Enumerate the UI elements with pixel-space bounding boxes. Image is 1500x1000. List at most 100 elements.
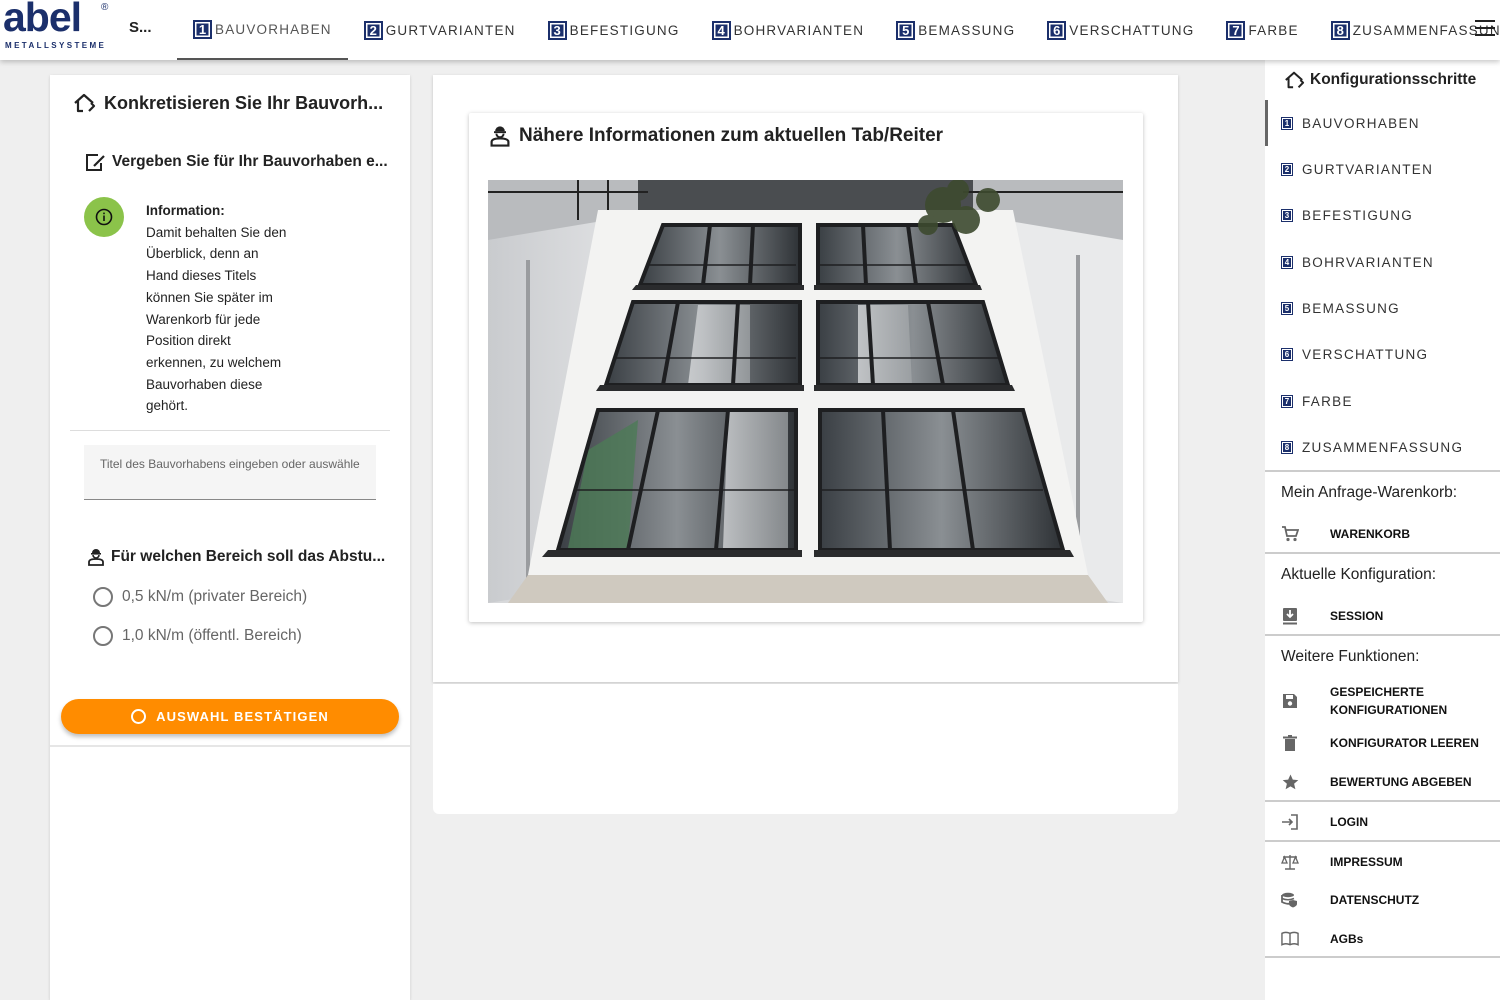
step-number-badge: 5 [1281, 301, 1293, 315]
saved-configurations-link[interactable]: GESPEICHERTE KONFIGURATIONEN [1265, 683, 1500, 719]
clear-configurator-link[interactable]: KONFIGURATOR LEEREN [1265, 733, 1500, 753]
imprint-link[interactable]: IMPRESSUM [1265, 852, 1500, 872]
sidebar-title: Konfigurationsschritte [1283, 70, 1476, 90]
session-link[interactable]: SESSION [1265, 606, 1500, 626]
radio-circle[interactable] [93, 587, 113, 607]
brand-logo[interactable]: abel ® METALLSYSTEME [3, 0, 111, 58]
cart-icon [1281, 525, 1299, 543]
divider [1265, 552, 1500, 554]
tab-number-badge: 8 [1330, 20, 1350, 40]
login-label: LOGIN [1330, 815, 1368, 829]
tab-label: BEFESTIGUNG [569, 22, 680, 38]
tab-label: FARBE [1248, 22, 1299, 38]
label-line: KONFIGURATIONEN [1330, 703, 1448, 717]
radio-circle[interactable] [93, 626, 113, 646]
radio-option-public[interactable]: 1,0 kN/m (öffentl. Bereich) [93, 626, 302, 646]
info-line: Bauvorhaben diese [146, 376, 263, 392]
sidebar-item-bemassung[interactable]: 5 BEMASSUNG [1265, 285, 1500, 331]
info-heading: Information: [146, 203, 225, 218]
divider [1265, 470, 1500, 472]
sidebar-item-bohrvarianten[interactable]: 4 BOHRVARIANTEN [1265, 239, 1500, 285]
sidebar-title-text: Konfigurationsschritte [1310, 71, 1477, 88]
tab-number-badge: 3 [547, 20, 567, 40]
tab-bohrvarianten[interactable]: 4 BOHRVARIANTEN [696, 0, 881, 60]
sidebar-item-gurtvarianten[interactable]: 2 GURTVARIANTEN [1265, 146, 1500, 192]
radio-label: 1,0 kN/m (öffentl. Bereich) [122, 627, 302, 644]
radio-option-private[interactable]: 0,5 kN/m (privater Bereich) [93, 587, 307, 607]
button-label: AUSWAHL BESTÄTIGEN [156, 709, 329, 724]
sidebar-item-zusammenfassung[interactable]: 8 ZUSAMMENFASSUNG [1265, 424, 1500, 470]
config-section-title: Aktuelle Konfiguration: [1281, 566, 1437, 583]
divider [1265, 634, 1500, 636]
step-number-badge: 4 [1281, 255, 1293, 269]
database-shield-icon [1281, 891, 1299, 909]
tab-befestigung[interactable]: 3 BEFESTIGUNG [532, 0, 696, 60]
logo-subtitle: METALLSYSTEME [5, 41, 107, 50]
card-title-text: Nähere Informationen zum aktuellen Tab/R… [519, 125, 944, 146]
step-label: FARBE [1302, 393, 1353, 409]
confirm-selection-button[interactable]: AUSWAHL BESTÄTIGEN [61, 699, 399, 734]
terms-label: AGBs [1330, 932, 1364, 946]
more-section-title: Weitere Funktionen: [1281, 648, 1420, 665]
label-line: GESPEICHERTE [1330, 685, 1425, 699]
tab-gurtvarianten[interactable]: 2 GURTVARIANTEN [348, 0, 532, 60]
section-title-text: Für welchen Bereich soll das Abstu... [111, 548, 386, 565]
info-icon [84, 197, 124, 237]
sidebar-item-verschattung[interactable]: 6 VERSCHATTUNG [1265, 331, 1500, 377]
session-download-icon [1281, 607, 1299, 625]
cart-link[interactable]: WARENKORB [1265, 524, 1500, 544]
tab-bauvorhaben[interactable]: 1 BAUVORHABEN [177, 0, 348, 60]
tab-label: BOHRVARIANTEN [733, 22, 865, 38]
step-number-badge: 8 [1281, 440, 1293, 454]
tab-verschattung[interactable]: 6 VERSCHATTUNG [1031, 0, 1210, 60]
tab-label: BAUVORHABEN [215, 21, 332, 37]
logo-registered: ® [101, 2, 109, 13]
terms-link[interactable]: AGBs [1265, 929, 1500, 949]
step-label: BOHRVARIANTEN [1302, 254, 1434, 270]
tab-farbe[interactable]: 7 FARBE [1210, 0, 1314, 60]
tab-label: BEMASSUNG [918, 22, 1016, 38]
project-panel: Konkretisieren Sie Ihr Bauvorh... Vergeb… [50, 75, 410, 1000]
step-number-badge: 7 [1281, 394, 1293, 408]
tab-zusammenfassung[interactable]: 8 ZUSAMMENFASSUNG [1315, 0, 1500, 60]
tab-number-badge: 6 [1047, 20, 1067, 40]
info-line: Überblick, denn an [146, 246, 259, 262]
tab-label: GURTVARIANTEN [385, 22, 516, 38]
trash-icon [1281, 734, 1299, 752]
project-title-input[interactable] [84, 445, 376, 499]
construction-worker-icon [87, 547, 111, 567]
section-title-name: Vergeben Sie für Ihr Bauvorhaben e... [85, 152, 388, 172]
panel-title-text: Konkretisieren Sie Ihr Bauvorh... [104, 92, 384, 113]
info-line: Damit behalten Sie den [146, 224, 287, 240]
edit-note-icon [85, 152, 112, 172]
step-number-badge: 1 [1281, 116, 1293, 130]
star-icon [1281, 773, 1299, 791]
info-panel: Nähere Informationen zum aktuellen Tab/R… [433, 75, 1178, 682]
circle-icon [131, 709, 147, 724]
divider [70, 430, 390, 431]
home-outline-icon [72, 92, 104, 114]
panel-title: Konkretisieren Sie Ihr Bauvorh... [72, 92, 383, 114]
tab-bemassung[interactable]: 5 BEMASSUNG [880, 0, 1031, 60]
project-title-field[interactable] [84, 445, 376, 500]
sidebar-item-befestigung[interactable]: 3 BEFESTIGUNG [1265, 192, 1500, 238]
hamburger-icon[interactable] [1475, 20, 1495, 36]
step-label: BEMASSUNG [1302, 300, 1400, 316]
step-label: GURTVARIANTEN [1302, 161, 1434, 177]
step-number-badge: 2 [1281, 162, 1293, 176]
saved-configurations-label: GESPEICHERTE KONFIGURATIONEN [1330, 683, 1447, 719]
privacy-link[interactable]: DATENSCHUTZ [1265, 890, 1500, 910]
building-facade-image [488, 180, 1123, 603]
sidebar-item-farbe[interactable]: 7 FARBE [1265, 378, 1500, 424]
login-link[interactable]: LOGIN [1265, 812, 1500, 832]
divider [1265, 840, 1500, 842]
tab-number-badge: 2 [363, 20, 383, 40]
rate-link[interactable]: BEWERTUNG ABGEBEN [1265, 772, 1500, 792]
step-label: BEFESTIGUNG [1302, 207, 1414, 223]
sidebar-item-bauvorhaben[interactable]: 1 BAUVORHABEN [1265, 100, 1500, 146]
book-icon [1281, 930, 1299, 948]
top-header: abel ® METALLSYSTEME S... 1 BAUVORHABEN 2… [0, 0, 1500, 60]
step-number-badge: 3 [1281, 208, 1293, 222]
divider [1265, 956, 1500, 958]
step-tabs: 1 BAUVORHABEN 2 GURTVARIANTEN 3 BEFESTIGUNG… [177, 0, 1500, 60]
